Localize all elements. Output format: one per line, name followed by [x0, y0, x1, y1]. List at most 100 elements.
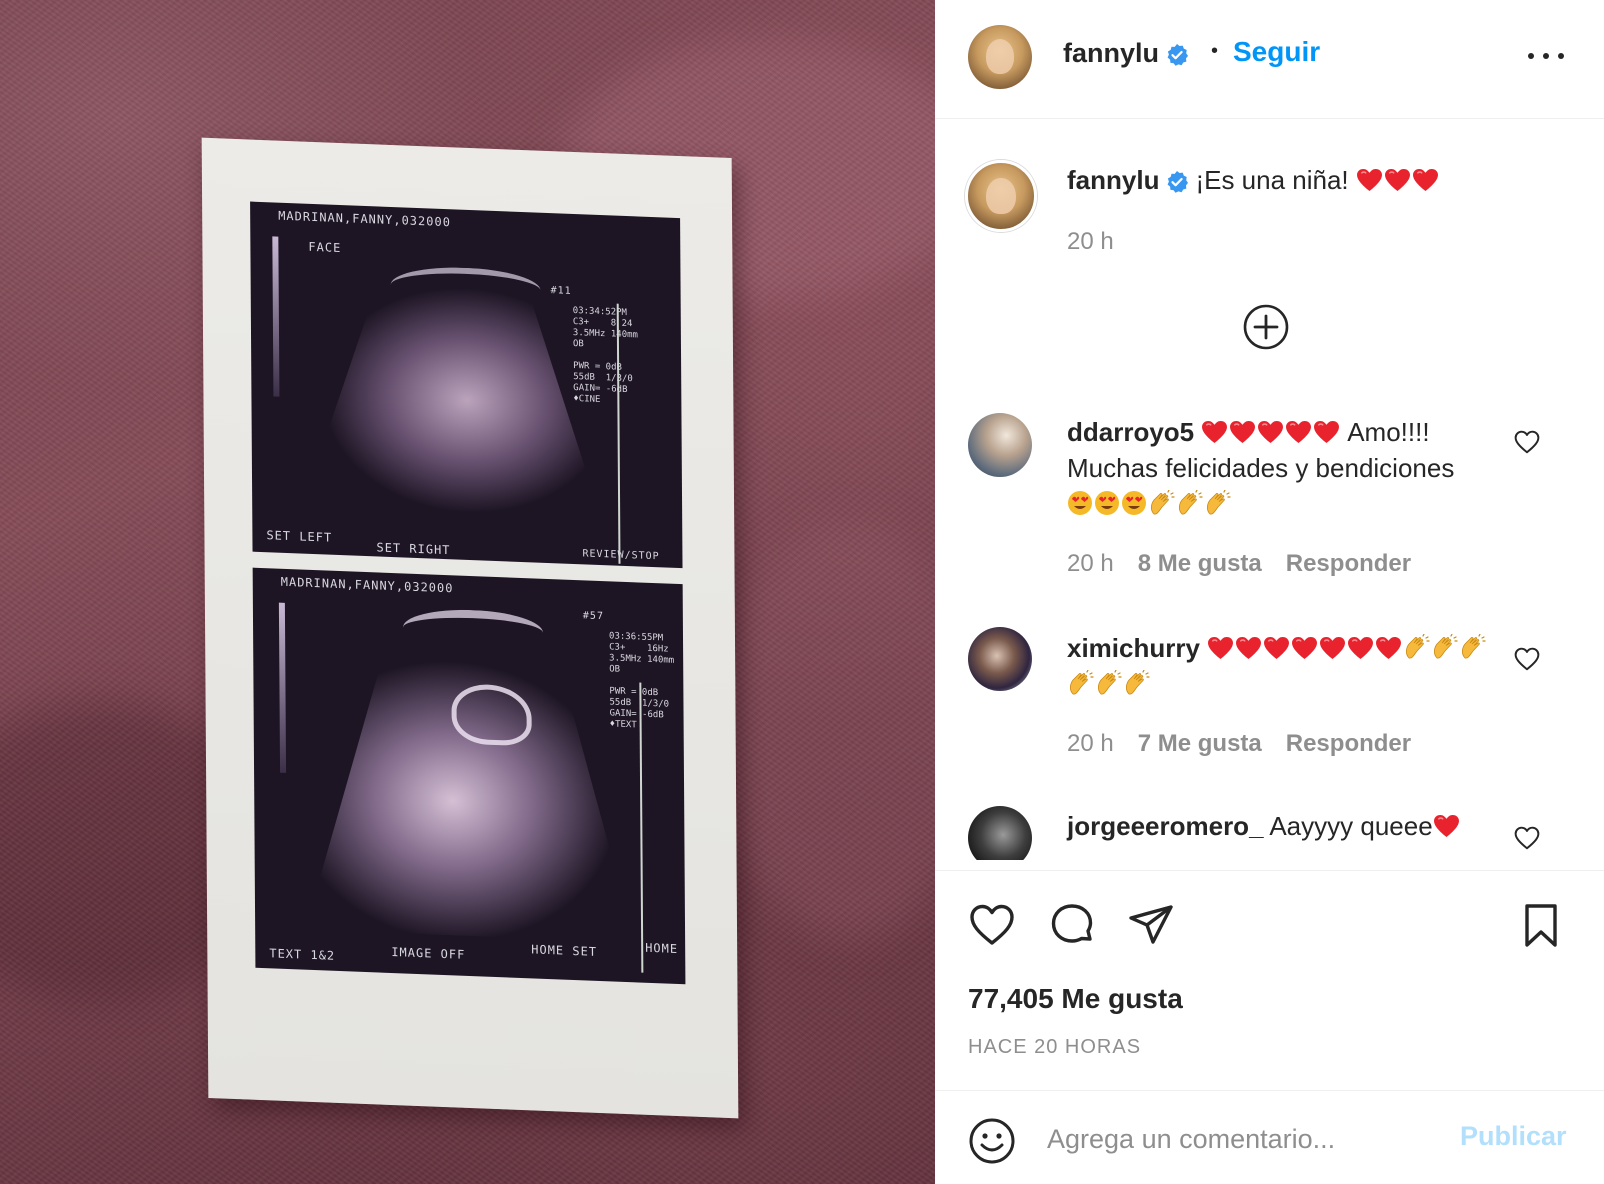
comment-body: ximichurry: [1067, 630, 1527, 702]
header-separator: •: [1211, 40, 1219, 62]
red-heart-emoji-icon: [1229, 420, 1256, 444]
comments-list[interactable]: fannylu ¡Es una niña! 20 h ddarroyo5 Amo!…: [935, 120, 1604, 860]
scan-cone: [285, 263, 617, 566]
comment-meta: 20 h 7 Me gusta Responder: [1067, 730, 1435, 758]
scan-readout: 03:34:52PM C3+ 8 24 3.5MHz 140mm OB PWR …: [572, 305, 638, 406]
likes-count[interactable]: 77,405 Me gusta: [968, 983, 1183, 1015]
verified-badge-icon: [1165, 43, 1189, 67]
red-heart-emoji-icon: [1235, 636, 1262, 660]
comment-username[interactable]: ddarroyo5: [1067, 417, 1194, 447]
header-username-link[interactable]: fannylu: [1063, 38, 1189, 69]
red-heart-emoji-icon: [1356, 168, 1383, 192]
commenter-avatar[interactable]: [968, 806, 1032, 860]
add-comment-bar: Publicar: [935, 1090, 1604, 1184]
comment-text: Aayyyy queee: [1269, 811, 1433, 841]
comment-time[interactable]: 20 h: [1067, 730, 1114, 757]
scan-footer-4: HOME: [645, 940, 679, 957]
red-heart-emoji-icon: [1313, 420, 1340, 444]
scan-arc: [390, 264, 541, 311]
scan-footer-2: IMAGE OFF: [391, 944, 466, 962]
like-comment-heart-icon[interactable]: [1514, 430, 1540, 454]
comment-text-line2: Muchas felicidades y bendiciones: [1067, 453, 1455, 483]
clapping-hands-emoji-icon: [1403, 634, 1430, 660]
ultrasound-scan-bottom: MADRINAN,FANNY,032000 #57 03:36:55PM C3+…: [252, 567, 686, 985]
ultrasound-scan-top: MADRINAN,FANNY,032000 FACE #11 03:34:52P…: [250, 201, 683, 569]
red-heart-emoji-icon: [1319, 636, 1346, 660]
red-heart-emoji-icon: [1201, 420, 1228, 444]
caption-line: fannylu ¡Es una niña!: [1067, 162, 1537, 198]
clapping-hands-emoji-icon: [1148, 490, 1175, 516]
red-heart-emoji-icon: [1433, 814, 1460, 838]
comment-body: ddarroyo5 Amo!!!! Muchas felicidades y b…: [1067, 414, 1527, 522]
ultrasound-printout: MADRINAN,FANNY,032000 FACE #11 03:34:52P…: [201, 137, 739, 1119]
commenter-avatar[interactable]: [968, 627, 1032, 691]
grayscale-bar: [278, 602, 287, 773]
red-heart-emoji-icon: [1285, 420, 1312, 444]
scan-frame: #57: [582, 610, 604, 623]
caption-text: ¡Es una niña!: [1195, 165, 1349, 195]
clapping-hands-emoji-icon: [1123, 670, 1150, 696]
comment-meta: 20 h 8 Me gusta Responder: [1067, 550, 1435, 578]
post-photo[interactable]: MADRINAN,FANNY,032000 FACE #11 03:34:52P…: [0, 0, 935, 1184]
post-actions: 77,405 Me gusta HACE 20 HORAS: [935, 870, 1604, 1090]
heart-eyes-emoji-icon: [1094, 490, 1120, 516]
red-heart-emoji-icon: [1347, 636, 1374, 660]
comment-input[interactable]: [1047, 1113, 1437, 1165]
follow-button[interactable]: Seguir: [1233, 36, 1320, 68]
comment-time[interactable]: 20 h: [1067, 550, 1114, 577]
more-options-icon[interactable]: [1526, 48, 1566, 64]
like-comment-heart-icon[interactable]: [1514, 647, 1540, 671]
heart-eyes-emoji-icon: [1121, 490, 1147, 516]
post-side-panel: fannylu • Seguir fannylu ¡Es una niña! 20…: [935, 0, 1604, 1184]
like-heart-icon[interactable]: [968, 901, 1016, 949]
clapping-hands-emoji-icon: [1431, 634, 1458, 660]
comment-username[interactable]: ximichurry: [1067, 633, 1200, 663]
red-heart-emoji-icon: [1207, 636, 1234, 660]
comment-text: Amo!!!!: [1347, 417, 1430, 447]
like-comment-heart-icon[interactable]: [1514, 826, 1540, 850]
comment-likes[interactable]: 7 Me gusta: [1138, 730, 1262, 757]
heart-eyes-emoji-icon: [1067, 490, 1093, 516]
scan-mode: FACE: [308, 239, 342, 256]
caption-avatar[interactable]: [965, 160, 1037, 232]
scan-patient: MADRINAN,FANNY,032000: [278, 208, 451, 230]
red-heart-emoji-icon: [1412, 168, 1439, 192]
owner-avatar[interactable]: [968, 25, 1032, 89]
red-heart-emoji-icon: [1291, 636, 1318, 660]
grayscale-bar: [272, 236, 280, 397]
red-heart-emoji-icon: [1384, 168, 1411, 192]
red-heart-emoji-icon: [1263, 636, 1290, 660]
red-heart-emoji-icon: [1257, 420, 1284, 444]
scan-readout: 03:36:55PM C3+ 16Hz 3.5MHz 140mm OB PWR …: [608, 631, 675, 731]
save-bookmark-icon[interactable]: [1517, 901, 1565, 949]
share-paper-plane-icon[interactable]: [1127, 901, 1175, 949]
caption-time[interactable]: 20 h: [1067, 228, 1114, 256]
scan-footer-left: SET LEFT: [266, 528, 333, 545]
red-heart-emoji-icon: [1375, 636, 1402, 660]
comment-likes[interactable]: 8 Me gusta: [1138, 550, 1262, 577]
scan-patient: MADRINAN,FANNY,032000: [280, 574, 454, 596]
clapping-hands-emoji-icon: [1459, 634, 1486, 660]
publish-button[interactable]: Publicar: [1460, 1121, 1567, 1152]
scan-arc: [402, 607, 544, 653]
clapping-hands-emoji-icon: [1067, 670, 1094, 696]
commenter-avatar[interactable]: [968, 413, 1032, 477]
clapping-hands-emoji-icon: [1204, 490, 1231, 516]
scan-footer-1: TEXT 1&2: [269, 946, 336, 963]
reply-button[interactable]: Responder: [1286, 550, 1411, 577]
scan-cone: [303, 610, 635, 943]
scan-footer-mid: SET RIGHT: [376, 540, 451, 558]
load-more-comments-icon[interactable]: [1242, 303, 1290, 351]
clapping-hands-emoji-icon: [1095, 670, 1122, 696]
reply-button[interactable]: Responder: [1286, 730, 1411, 757]
post-timestamp[interactable]: HACE 20 HORAS: [968, 1036, 1141, 1059]
emoji-picker-icon[interactable]: [968, 1117, 1016, 1165]
comment-bubble-icon[interactable]: [1048, 901, 1096, 949]
scan-frame: #11: [550, 285, 572, 297]
caption-username[interactable]: fannylu: [1067, 165, 1159, 195]
verified-badge-icon: [1165, 170, 1189, 194]
scan-footer-3: HOME SET: [531, 942, 598, 959]
comment-body: jorgeeeromero_ Aayyyy queee: [1067, 808, 1527, 844]
comment-username[interactable]: jorgeeeromero_: [1067, 811, 1264, 841]
header-username: fannylu: [1063, 38, 1160, 68]
